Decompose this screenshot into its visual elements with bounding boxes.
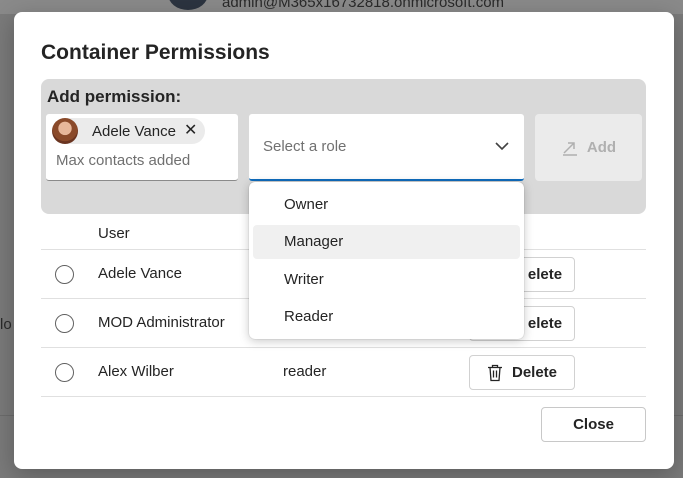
table-row: Alex Wilber reader Delete xyxy=(41,348,646,397)
background-account-email: admin@M365x16732818.onmicrosoft.com xyxy=(222,0,505,11)
add-button-label: Add xyxy=(586,139,617,156)
selected-person-name: Adele Vance xyxy=(92,122,176,140)
role-select[interactable]: Select a role xyxy=(249,114,524,181)
role-option-label: Owner xyxy=(284,196,329,213)
delete-button-label: Delete xyxy=(511,364,558,381)
delete-button-label: elete xyxy=(527,315,563,332)
delete-button[interactable]: Delete xyxy=(469,355,575,390)
role-option-manager[interactable]: Manager xyxy=(253,225,520,259)
delete-button-label: elete xyxy=(527,266,563,283)
add-person-icon xyxy=(562,141,577,156)
role-option-label: Writer xyxy=(284,271,324,288)
role-select-placeholder: Select a role xyxy=(263,138,347,155)
add-permission-label: Add permission: xyxy=(47,87,182,106)
close-button[interactable]: Close xyxy=(541,407,646,442)
role-option-owner[interactable]: Owner xyxy=(253,188,520,222)
column-header-user: User xyxy=(98,225,130,242)
remove-person-icon[interactable]: ✕ xyxy=(184,123,197,139)
picker-helper-text: Max contacts added xyxy=(56,152,191,169)
person-avatar xyxy=(52,118,78,144)
row-role: reader xyxy=(283,363,327,380)
row-user-name: Alex Wilber xyxy=(98,363,174,380)
background-text-fragment: lo xyxy=(0,316,12,333)
role-option-label: Reader xyxy=(284,308,334,325)
role-option-reader[interactable]: Reader xyxy=(253,300,520,334)
row-user-name: Adele Vance xyxy=(98,265,182,282)
selected-person-chip: Adele Vance ✕ xyxy=(52,118,205,144)
role-option-writer[interactable]: Writer xyxy=(253,263,520,297)
dialog-title: Container Permissions xyxy=(41,41,270,64)
role-option-label: Manager xyxy=(284,233,344,250)
row-select-radio[interactable] xyxy=(55,265,74,284)
row-select-radio[interactable] xyxy=(55,363,74,382)
trash-icon xyxy=(487,364,502,381)
role-listbox: Owner Manager Writer Reader xyxy=(249,182,524,339)
add-button[interactable]: Add xyxy=(535,114,642,181)
people-picker[interactable]: Adele Vance ✕ Max contacts added xyxy=(46,114,238,181)
row-select-radio[interactable] xyxy=(55,314,74,333)
chevron-down-icon xyxy=(495,142,509,151)
row-user-name: MOD Administrator xyxy=(98,314,225,331)
